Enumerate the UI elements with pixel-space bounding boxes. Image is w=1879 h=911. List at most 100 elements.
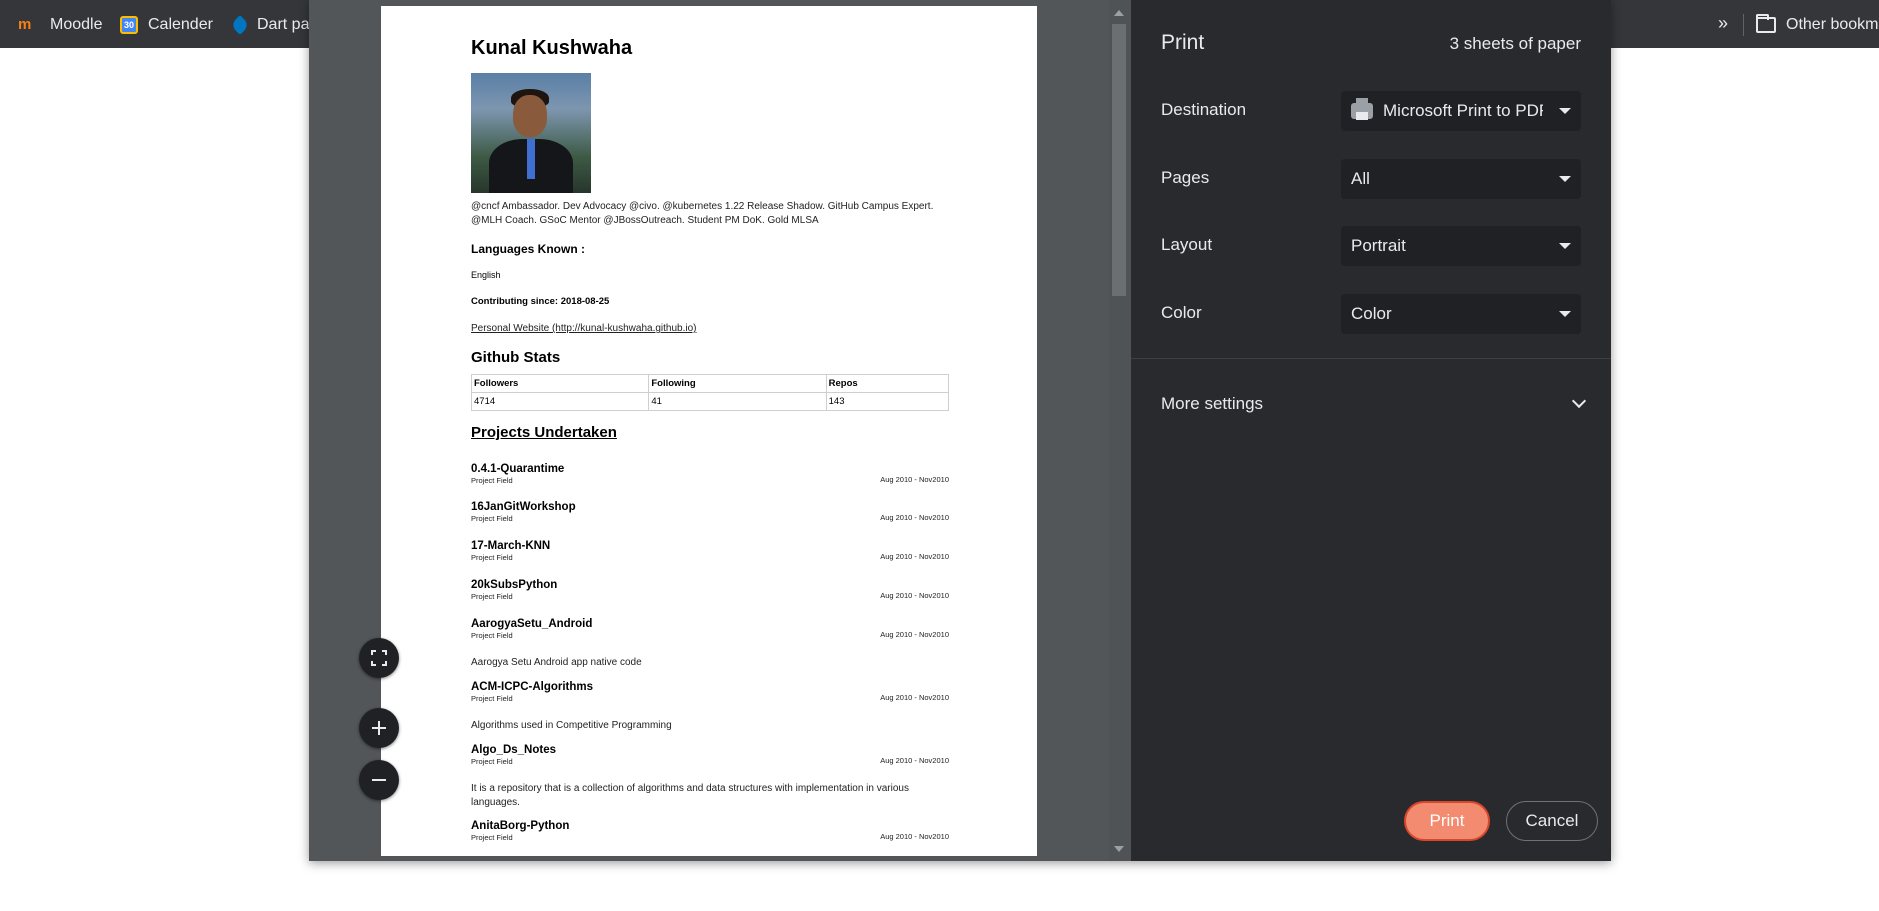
table-header: Repos [825, 374, 950, 393]
project-field: Project Field [471, 553, 513, 562]
project-item: AarogyaSetu_Android Project Field Aug 20… [471, 618, 949, 640]
layout-label: Layout [1161, 235, 1213, 254]
minus-icon [372, 773, 386, 787]
project-name: 20kSubsPython [471, 579, 558, 591]
project-name: Algo_Ds_Notes [471, 744, 556, 756]
preview-page: Kunal Kushwaha @cncf Ambassador. Dev Adv… [381, 6, 1037, 856]
table-header: Following [648, 374, 827, 393]
destination-select[interactable]: Microsoft Print to PDF [1341, 91, 1581, 131]
fit-to-page-button[interactable] [359, 638, 399, 678]
color-select[interactable]: Color [1341, 294, 1581, 334]
layout-value: Portrait [1351, 236, 1406, 255]
project-description: It is a repository that is a collection … [471, 783, 909, 808]
chevron-down-icon [1559, 108, 1571, 114]
project-field: Project Field [471, 631, 513, 640]
project-date: Aug 2010 - Nov2010 [880, 591, 949, 600]
project-item: 20kSubsPython Project Field Aug 2010 - N… [471, 579, 949, 601]
project-field: Project Field [471, 592, 513, 601]
pages-value: All [1351, 169, 1370, 188]
project-name: AnitaBorg-Python [471, 820, 570, 832]
print-button[interactable]: Print [1404, 801, 1490, 841]
bookmark-other-folder[interactable]: Other bookma [1756, 14, 1879, 36]
moodle-icon: m [18, 16, 32, 33]
project-field: Project Field [471, 757, 513, 766]
resume-name: Kunal Kushwaha [471, 37, 633, 59]
chevron-down-icon [1559, 311, 1571, 317]
fit-to-page-icon [371, 650, 387, 666]
bookmark-label: Other bookma [1786, 16, 1879, 33]
color-value: Color [1351, 304, 1392, 323]
scroll-up-icon[interactable] [1114, 10, 1124, 16]
project-date: Aug 2010 - Nov2010 [880, 832, 949, 841]
folder-icon [1756, 14, 1776, 33]
bookmark-label: Dart pa [257, 16, 310, 33]
table-cell: 4714 [470, 392, 650, 411]
projects-heading: Projects Undertaken [471, 424, 617, 441]
print-preview-area[interactable]: Kunal Kushwaha @cncf Ambassador. Dev Adv… [309, 0, 1131, 861]
project-date: Aug 2010 - Nov2010 [880, 475, 949, 484]
table-row: 4714 41 143 [470, 392, 950, 411]
destination-label: Destination [1161, 100, 1247, 119]
project-date: Aug 2010 - Nov2010 [880, 693, 949, 702]
project-date: Aug 2010 - Nov2010 [880, 630, 949, 639]
project-item: ACM-ICPC-Algorithms Project Field Aug 20… [471, 681, 949, 703]
project-item: AnitaBorg-Python Project Field Aug 2010 … [471, 820, 949, 842]
chevron-down-icon [1559, 243, 1571, 249]
pages-select[interactable]: All [1341, 159, 1581, 199]
personal-website-link: Personal Website (http://kunal-kushwaha.… [471, 323, 697, 334]
bookmark-calender[interactable]: 30 Calender [120, 14, 213, 36]
project-field: Project Field [471, 694, 513, 703]
project-name: 0.4.1-Quarantime [471, 463, 565, 475]
project-date: Aug 2010 - Nov2010 [880, 552, 949, 561]
github-stats-heading: Github Stats [471, 349, 561, 366]
bookmark-label: Moodle [50, 16, 103, 33]
bookmarks-overflow-icon[interactable]: » [1718, 13, 1728, 34]
project-item: 17-March-KNN Project Field Aug 2010 - No… [471, 540, 949, 562]
scroll-down-icon[interactable] [1114, 846, 1124, 852]
dart-icon [230, 15, 250, 35]
project-date: Aug 2010 - Nov2010 [880, 513, 949, 522]
layout-select[interactable]: Portrait [1341, 226, 1581, 266]
chevron-down-icon [1559, 176, 1571, 182]
project-item: Algo_Ds_Notes Project Field Aug 2010 - N… [471, 744, 949, 766]
cancel-button[interactable]: Cancel [1506, 801, 1598, 841]
more-settings-label: More settings [1161, 394, 1264, 413]
resume-bio: @cncf Ambassador. Dev Advocacy @civo. @k… [471, 201, 934, 226]
bookmarks-divider [1743, 14, 1744, 36]
profile-photo [471, 73, 591, 193]
project-item: 16JanGitWorkshop Project Field Aug 2010 … [471, 501, 949, 523]
chevron-down-icon [1571, 393, 1587, 409]
print-dialog: Kunal Kushwaha @cncf Ambassador. Dev Adv… [309, 0, 1611, 861]
print-settings-panel: Print 3 sheets of paper Destination Micr… [1131, 0, 1611, 861]
pages-label: Pages [1161, 168, 1210, 187]
project-name: 17-March-KNN [471, 540, 551, 552]
settings-divider [1131, 358, 1611, 359]
project-field: Project Field [471, 514, 513, 523]
project-description: Algorithms used in Competitive Programmi… [471, 720, 672, 731]
printer-icon [1351, 98, 1373, 120]
color-label: Color [1161, 303, 1202, 322]
dialog-title: Print [1161, 31, 1205, 54]
table-cell: 41 [648, 392, 827, 411]
table-cell: 143 [825, 392, 950, 411]
zoom-in-button[interactable] [359, 708, 399, 748]
table-header-row: Followers Following Repos [470, 374, 950, 393]
project-item: 0.4.1-Quarantime Project Field Aug 2010 … [471, 463, 949, 485]
bookmark-dart[interactable]: Dart pa [230, 14, 310, 36]
project-name: 16JanGitWorkshop [471, 501, 576, 513]
zoom-out-button[interactable] [359, 760, 399, 800]
language-item: English [471, 270, 501, 280]
project-name: AarogyaSetu_Android [471, 618, 593, 630]
sheet-count: 3 sheets of paper [1449, 34, 1581, 53]
github-stats-table: Followers Following Repos 4714 41 143 [470, 374, 950, 411]
table-header: Followers [470, 374, 650, 393]
project-field: Project Field [471, 833, 513, 842]
project-date: Aug 2010 - Nov2010 [880, 756, 949, 765]
bookmark-moodle[interactable]: m Moodle [18, 14, 102, 36]
project-name: ACM-ICPC-Algorithms [471, 681, 594, 693]
preview-scrollbar-thumb[interactable] [1112, 24, 1126, 296]
destination-value: Microsoft Print to PDF [1383, 101, 1543, 120]
plus-icon [372, 721, 386, 735]
contributing-since: Contributing since: 2018-08-25 [471, 296, 610, 307]
bookmark-label: Calender [148, 16, 213, 33]
